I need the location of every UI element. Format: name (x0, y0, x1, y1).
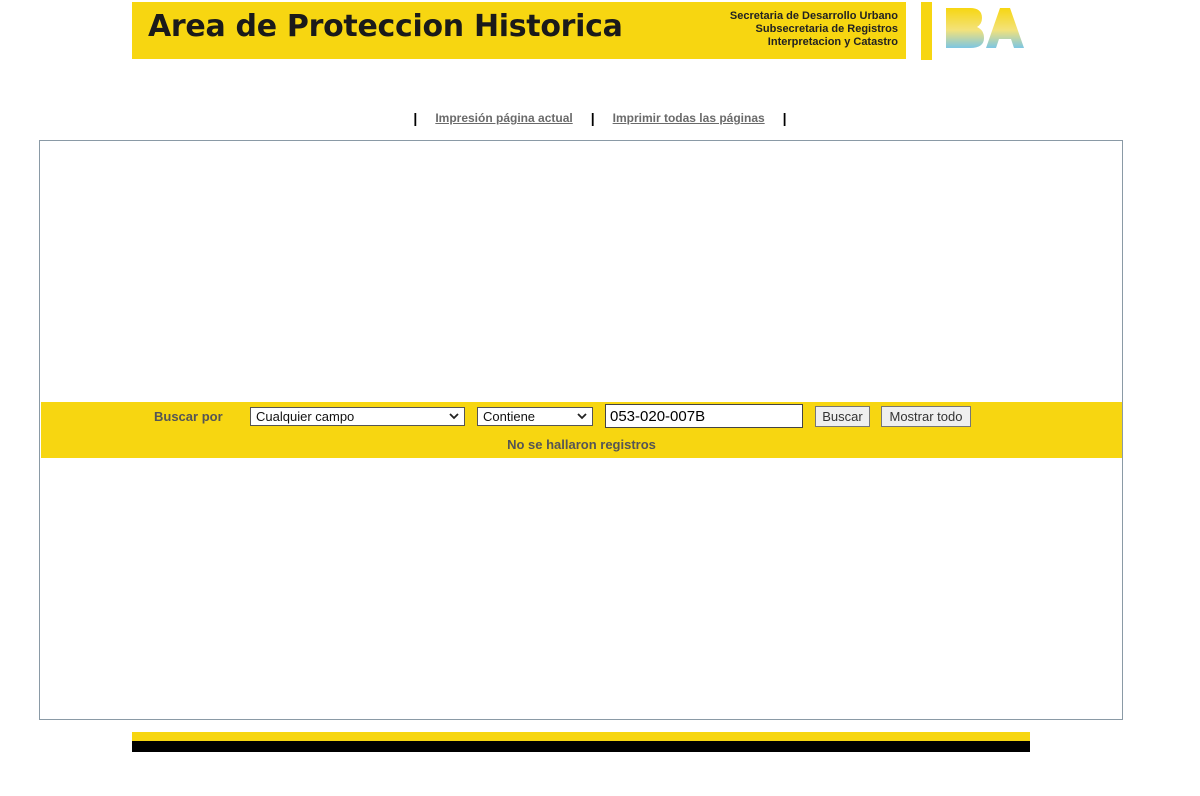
link-separator: | (782, 110, 787, 126)
search-operator-select-value: Contiene (483, 409, 536, 424)
department-line: Interpretacion y Catastro (767, 36, 898, 48)
link-separator: | (590, 110, 595, 126)
footer-yellow-stripe (132, 732, 1030, 741)
search-input[interactable] (605, 404, 803, 428)
header-accent-bar (921, 2, 932, 60)
status-message: No se hallaron registros (507, 437, 656, 452)
footer-black-stripe (132, 741, 1030, 752)
print-current-page-link[interactable]: Impresión página actual (435, 111, 572, 125)
search-button[interactable]: Buscar (815, 406, 870, 427)
chevron-down-icon (449, 413, 459, 420)
header-banner: Area de Proteccion Historica Secretaria … (132, 2, 906, 59)
page-title: Area de Proteccion Historica (148, 9, 623, 44)
search-bar: Buscar por Cualquier campo Contiene Busc… (41, 402, 1122, 458)
search-operator-select[interactable]: Contiene (477, 407, 593, 426)
department-line: Subsecretaria de Registros (755, 23, 898, 35)
link-separator: | (413, 110, 418, 126)
department-line: Secretaria de Desarrollo Urbano (729, 10, 898, 22)
search-field-select-value: Cualquier campo (256, 409, 355, 424)
department-info: Secretaria de Desarrollo Urbano Subsecre… (730, 10, 898, 49)
ba-logo-icon (946, 8, 1024, 48)
search-field-select[interactable]: Cualquier campo (250, 407, 465, 426)
search-by-label: Buscar por (154, 409, 223, 424)
show-all-button[interactable]: Mostrar todo (881, 406, 971, 427)
results-frame: Buscar por Cualquier campo Contiene Busc… (39, 140, 1123, 720)
print-links-bar: | Impresión página actual | Imprimir tod… (0, 108, 1200, 128)
chevron-down-icon (577, 413, 587, 420)
print-all-pages-link[interactable]: Imprimir todas las páginas (613, 111, 765, 125)
